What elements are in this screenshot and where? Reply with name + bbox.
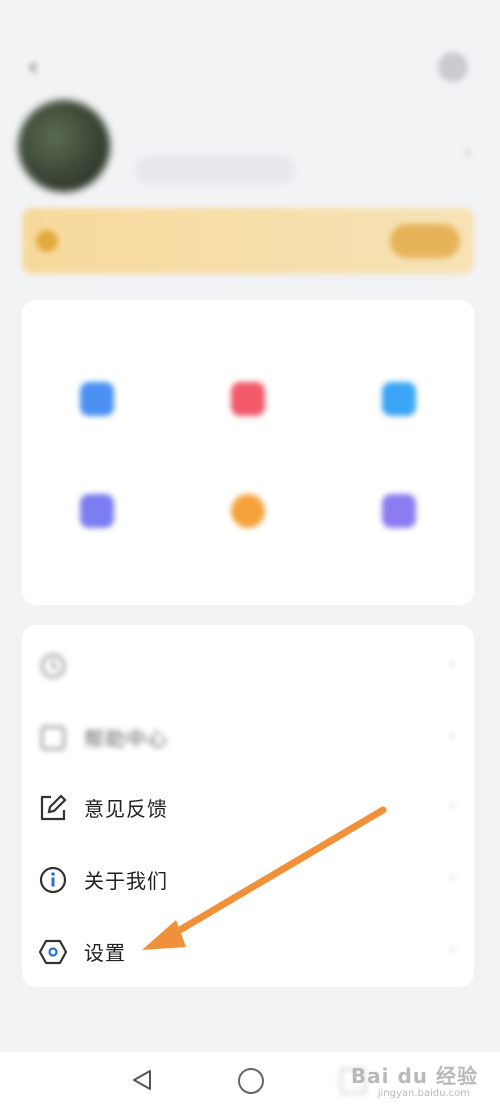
avatar[interactable] xyxy=(18,100,110,192)
gear-icon[interactable] xyxy=(438,52,468,82)
menu-item-label: 帮助中心 xyxy=(84,727,168,751)
nav-home-icon[interactable] xyxy=(238,1068,264,1094)
tool-item[interactable] xyxy=(173,382,323,428)
help-icon xyxy=(41,726,65,750)
tool-item[interactable] xyxy=(22,382,172,428)
clock-icon xyxy=(41,654,65,678)
tool-item[interactable] xyxy=(324,382,474,428)
tool-item[interactable] xyxy=(22,494,172,540)
vip-banner[interactable] xyxy=(22,208,474,274)
info-icon xyxy=(39,866,67,894)
menu-item-label: 设置 xyxy=(84,941,126,965)
tool-icon-4 xyxy=(80,494,114,528)
watermark-logo: Bai du 经验 xyxy=(350,1064,478,1088)
chevron-right-icon: › xyxy=(448,939,456,960)
menu-item-about-us[interactable]: 关于我们 › xyxy=(22,845,474,915)
settings-hexagon-icon xyxy=(38,939,68,965)
status-bar xyxy=(0,0,500,36)
back-button[interactable]: ‹ xyxy=(28,52,58,82)
crown-icon xyxy=(36,230,58,252)
tool-icon-6 xyxy=(382,494,416,528)
nav-back-icon[interactable] xyxy=(130,1068,154,1092)
tool-icon-3 xyxy=(382,382,416,416)
tool-icon-5 xyxy=(231,494,265,528)
menu-item-history[interactable]: › xyxy=(22,631,474,701)
edit-icon xyxy=(40,794,67,821)
menu-item-label: 意见反馈 xyxy=(84,797,168,821)
tools-card xyxy=(22,300,474,605)
chevron-right-icon: › xyxy=(448,795,456,816)
menu-item-help-center[interactable]: 帮助中心 › xyxy=(22,703,474,773)
user-tag xyxy=(135,156,295,184)
tool-item[interactable] xyxy=(324,494,474,540)
menu-item-feedback[interactable]: 意见反馈 › xyxy=(22,773,474,843)
tool-item[interactable] xyxy=(173,494,323,540)
menu-item-label: 关于我们 xyxy=(84,869,168,893)
chevron-right-icon: › xyxy=(448,653,456,674)
chevron-right-icon: › xyxy=(448,725,456,746)
tool-icon-2 xyxy=(231,382,265,416)
menu-item-settings[interactable]: 设置 › xyxy=(22,917,474,987)
vip-open-button[interactable] xyxy=(390,224,460,258)
menu-card: › 帮助中心 › 意见反馈 › 关于我们 › 设置 › xyxy=(22,625,474,987)
chevron-right-icon: › xyxy=(448,867,456,888)
watermark-url: jingyan.baidu.com xyxy=(377,1088,470,1099)
chevron-right-icon[interactable]: › xyxy=(464,140,472,164)
tool-icon-1 xyxy=(80,382,114,416)
